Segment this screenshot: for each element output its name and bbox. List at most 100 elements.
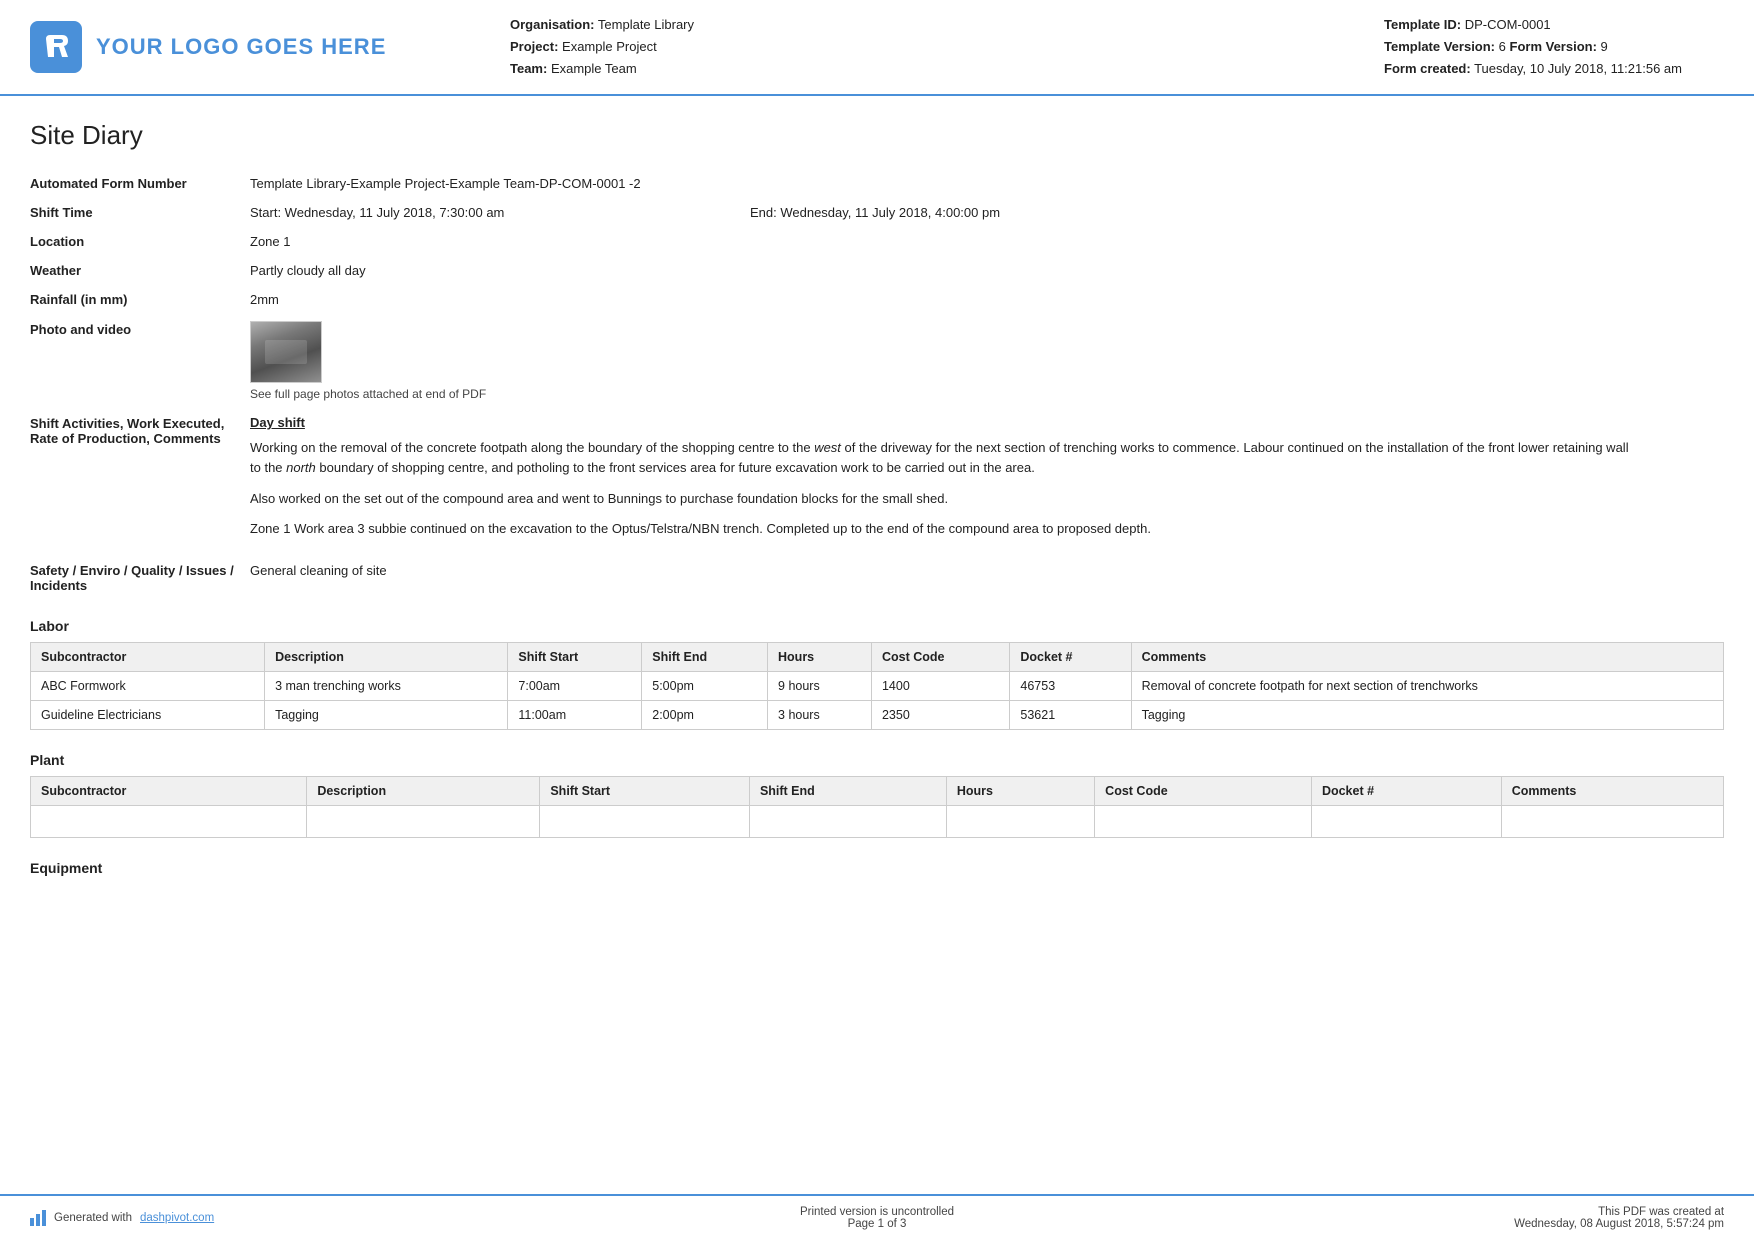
dashpivot-icon — [30, 1210, 46, 1226]
org-label: Organisation: — [510, 17, 595, 32]
labor-header-row: Subcontractor Description Shift Start Sh… — [31, 642, 1724, 671]
generated-label: Generated with — [54, 1212, 132, 1224]
weather-row: Weather Partly cloudy all day — [30, 256, 1724, 285]
labor-col-subcontractor: Subcontractor — [31, 642, 265, 671]
template-id-row: Template ID: DP-COM-0001 — [1384, 14, 1724, 36]
template-version-row: Template Version: 6 Form Version: 9 — [1384, 36, 1724, 58]
form-created-row: Form created: Tuesday, 10 July 2018, 11:… — [1384, 58, 1724, 80]
header-right: Template ID: DP-COM-0001 Template Versio… — [1384, 14, 1724, 80]
team-row: Team: Example Team — [510, 58, 1384, 80]
labor-cell-1-5: 2350 — [871, 700, 1009, 729]
rainfall-label: Rainfall (in mm) — [30, 285, 250, 314]
footer-right-line2: Wednesday, 08 August 2018, 5:57:24 pm — [1159, 1218, 1724, 1230]
template-id-value: DP-COM-0001 — [1465, 17, 1551, 32]
activity-para1: Working on the removal of the concrete f… — [250, 438, 1630, 478]
template-version-label: Template Version: — [1384, 39, 1495, 54]
footer-center-line1: Printed version is uncontrolled — [595, 1206, 1160, 1218]
labor-cell-1-0: Guideline Electricians — [31, 700, 265, 729]
italic-north: north — [286, 460, 316, 475]
template-version-value: 6 — [1499, 39, 1506, 54]
labor-col-cost-code: Cost Code — [871, 642, 1009, 671]
plant-empty-row — [31, 805, 1724, 837]
labor-table-body: ABC Formwork3 man trenching works7:00am5… — [31, 671, 1724, 729]
weather-label: Weather — [30, 256, 250, 285]
footer-center: Printed version is uncontrolled Page 1 o… — [595, 1206, 1160, 1230]
labor-section-heading: Labor — [30, 618, 1724, 634]
labor-cell-0-2: 7:00am — [508, 671, 642, 700]
logo-area: YOUR LOGO GOES HERE — [30, 21, 450, 73]
logo-text: YOUR LOGO GOES HERE — [96, 34, 386, 60]
location-value: Zone 1 — [250, 227, 1724, 256]
labor-table: Subcontractor Description Shift Start Sh… — [30, 642, 1724, 730]
plant-cell-8 — [1501, 805, 1723, 837]
page-footer: Generated with dashpivot.com Printed ver… — [0, 1194, 1754, 1240]
photo-caption: See full page photos attached at end of … — [250, 387, 1704, 401]
activity-para3: Zone 1 Work area 3 subbie continued on t… — [250, 519, 1630, 539]
location-label: Location — [30, 227, 250, 256]
labor-cell-1-6: 53621 — [1010, 700, 1131, 729]
plant-cell-6 — [1095, 805, 1312, 837]
footer-center-line2: Page 1 of 3 — [595, 1218, 1160, 1230]
labor-cell-0-7: Removal of concrete footpath for next se… — [1131, 671, 1723, 700]
plant-cell-4 — [749, 805, 946, 837]
form-created-label: Form created: — [1384, 61, 1471, 76]
location-row: Location Zone 1 — [30, 227, 1724, 256]
labor-cell-1-3: 2:00pm — [642, 700, 768, 729]
team-label: Team: — [510, 61, 547, 76]
shift-time-row: Shift Time Start: Wednesday, 11 July 201… — [30, 198, 1724, 227]
page-header: YOUR LOGO GOES HERE Organisation: Templa… — [0, 0, 1754, 96]
activity-cell: Day shift Working on the removal of the … — [250, 408, 1724, 556]
labor-cell-1-4: 3 hours — [768, 700, 872, 729]
labor-cell-0-4: 9 hours — [768, 671, 872, 700]
plant-col-comments: Comments — [1501, 776, 1723, 805]
labor-col-hours: Hours — [768, 642, 872, 671]
plant-table-header: Subcontractor Description Shift Start Sh… — [31, 776, 1724, 805]
footer-right: This PDF was created at Wednesday, 08 Au… — [1159, 1206, 1724, 1230]
plant-cell-1 — [31, 805, 307, 837]
plant-section-heading: Plant — [30, 752, 1724, 768]
photo-label: Photo and video — [30, 314, 250, 408]
weather-value: Partly cloudy all day — [250, 256, 1724, 285]
plant-cell-7 — [1311, 805, 1501, 837]
labor-cell-0-1: 3 man trenching works — [265, 671, 508, 700]
activity-para2: Also worked on the set out of the compou… — [250, 489, 1630, 509]
dashpivot-link[interactable]: dashpivot.com — [140, 1212, 214, 1224]
labor-row-1: Guideline ElectriciansTagging11:00am2:00… — [31, 700, 1724, 729]
shift-start-value: Start: Wednesday, 11 July 2018, 7:30:00 … — [250, 198, 750, 227]
labor-col-shift-end: Shift End — [642, 642, 768, 671]
activity-row: Shift Activities, Work Executed, Rate of… — [30, 408, 1724, 556]
photo-row: Photo and video See full page photos att… — [30, 314, 1724, 408]
footer-right-line1: This PDF was created at — [1159, 1206, 1724, 1218]
safety-row: Safety / Enviro / Quality / Issues / Inc… — [30, 556, 1724, 600]
plant-table-body — [31, 805, 1724, 837]
labor-cell-0-6: 46753 — [1010, 671, 1131, 700]
plant-col-cost-code: Cost Code — [1095, 776, 1312, 805]
rainfall-value: 2mm — [250, 285, 1724, 314]
plant-header-row: Subcontractor Description Shift Start Sh… — [31, 776, 1724, 805]
automated-form-row: Automated Form Number Template Library-E… — [30, 169, 1724, 198]
automated-form-label: Automated Form Number — [30, 169, 250, 198]
project-row: Project: Example Project — [510, 36, 1384, 58]
project-label: Project: — [510, 39, 558, 54]
form-version-label: Form Version: — [1510, 39, 1597, 54]
template-id-label: Template ID: — [1384, 17, 1461, 32]
italic-west: west — [814, 440, 841, 455]
labor-col-description: Description — [265, 642, 508, 671]
header-middle: Organisation: Template Library Project: … — [450, 14, 1384, 80]
plant-cell-5 — [946, 805, 1094, 837]
labor-table-header: Subcontractor Description Shift Start Sh… — [31, 642, 1724, 671]
logo-icon — [30, 21, 82, 73]
plant-col-docket: Docket # — [1311, 776, 1501, 805]
photo-image — [251, 322, 321, 382]
plant-table: Subcontractor Description Shift Start Sh… — [30, 776, 1724, 838]
org-row: Organisation: Template Library — [510, 14, 1384, 36]
photo-cell: See full page photos attached at end of … — [250, 314, 1724, 408]
activity-label: Shift Activities, Work Executed, Rate of… — [30, 408, 250, 556]
plant-col-subcontractor: Subcontractor — [31, 776, 307, 805]
labor-cell-0-3: 5:00pm — [642, 671, 768, 700]
form-version-value: 9 — [1601, 39, 1608, 54]
plant-col-description: Description — [307, 776, 540, 805]
labor-col-comments: Comments — [1131, 642, 1723, 671]
labor-cell-1-7: Tagging — [1131, 700, 1723, 729]
plant-col-hours: Hours — [946, 776, 1094, 805]
